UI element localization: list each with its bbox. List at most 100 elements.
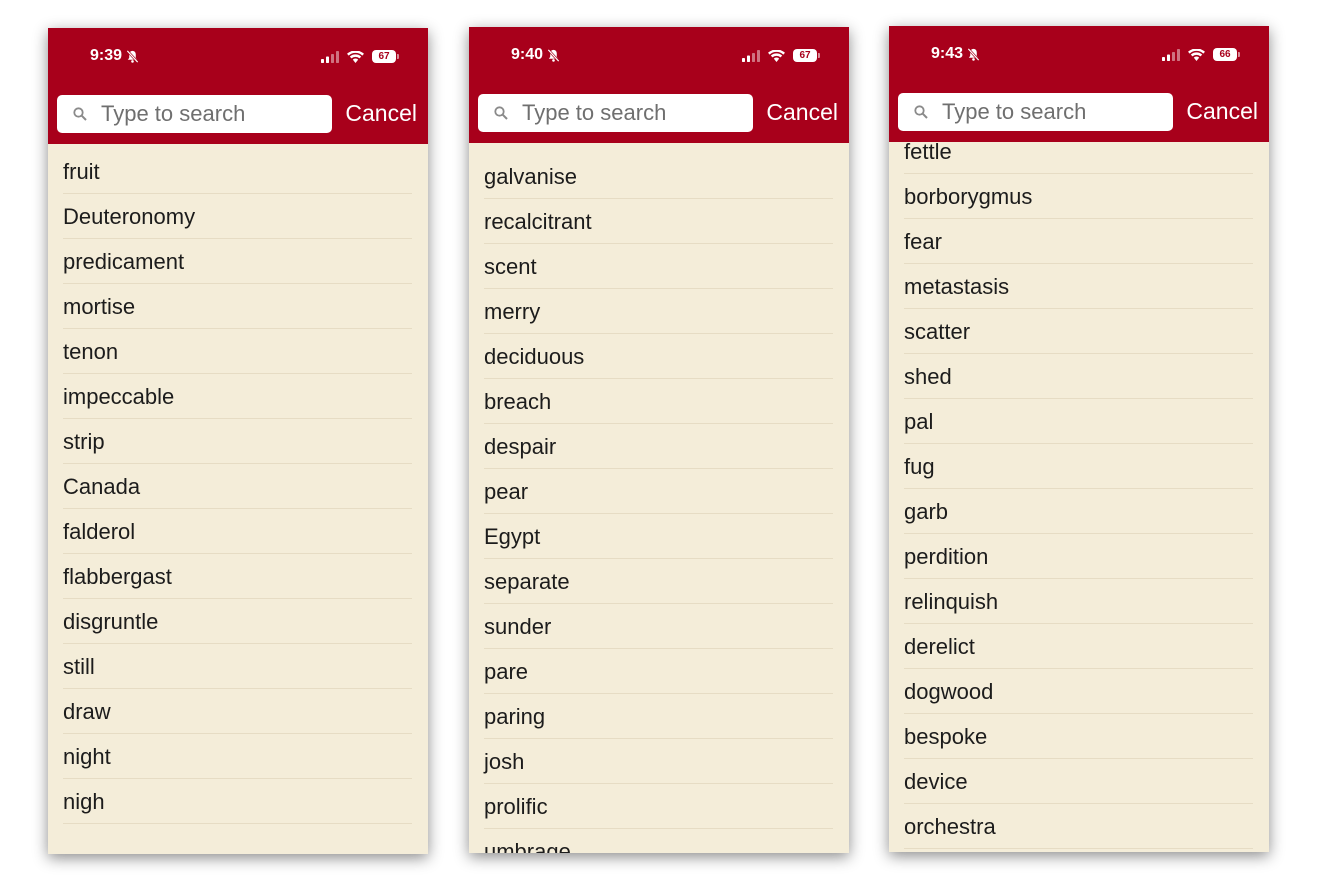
list-item[interactable]: metastasis: [904, 264, 1253, 309]
list-item[interactable]: recalcitrant: [484, 199, 833, 244]
word-label: merry: [484, 299, 541, 324]
list-item[interactable]: fruit: [63, 149, 412, 194]
word-label: predicament: [63, 249, 185, 274]
word-label: Deuteronomy: [63, 204, 196, 229]
time-label: 9:43: [931, 45, 964, 62]
header-bar: 9:39 67 Type to search Cancel: [48, 28, 428, 144]
list-item[interactable]: umbrage: [484, 829, 833, 853]
word-label: Egypt: [484, 524, 541, 549]
battery-level: 67: [799, 50, 811, 61]
list-item[interactable]: predicament: [63, 239, 412, 284]
list-item[interactable]: fug: [904, 444, 1253, 489]
signal-icon: [321, 50, 339, 63]
battery-icon: 66: [1213, 48, 1240, 61]
list-item[interactable]: disgruntle: [63, 599, 412, 644]
word-label: umbrage: [484, 839, 571, 853]
word-label: fear: [904, 229, 942, 254]
word-label: device: [904, 769, 968, 794]
word-label: garb: [904, 499, 949, 524]
list-item[interactable]: perdition: [904, 534, 1253, 579]
list-item[interactable]: sunder: [484, 604, 833, 649]
list-item[interactable]: galvanise: [484, 154, 833, 199]
word-label: sunder: [484, 614, 552, 639]
list-item[interactable]: dogwood: [904, 669, 1253, 714]
list-item[interactable]: deciduous: [484, 334, 833, 379]
word-label: galvanise: [484, 164, 577, 189]
list-item[interactable]: nigh: [63, 779, 412, 824]
word-label: falderol: [63, 519, 136, 544]
list-item[interactable]: bespoke: [904, 714, 1253, 759]
word-label: shed: [904, 364, 952, 389]
status-bar-time: 9:40: [511, 46, 561, 64]
list-item[interactable]: scent: [484, 244, 833, 289]
list-item[interactable]: despair: [484, 424, 833, 469]
search-input[interactable]: [942, 99, 1162, 125]
phone-screen-2: 9:40 67 Type to search Cancel galvanise …: [469, 27, 849, 853]
word-label: fettle: [904, 139, 952, 164]
list-item[interactable]: merry: [484, 289, 833, 334]
bell-slash-icon: [547, 48, 560, 62]
word-label: scatter: [904, 319, 971, 344]
word-label: breach: [484, 389, 552, 414]
list-item[interactable]: still: [63, 644, 412, 689]
list-item[interactable]: paring: [484, 694, 833, 739]
cancel-button[interactable]: Cancel: [1186, 98, 1258, 125]
list-item[interactable]: fettle: [904, 129, 1253, 174]
battery-level: 67: [378, 51, 390, 62]
list-item[interactable]: separate: [484, 559, 833, 604]
word-label: perdition: [904, 544, 989, 569]
search-input[interactable]: [101, 101, 321, 127]
list-item[interactable]: mortise: [63, 284, 412, 329]
list-item[interactable]: breach: [484, 379, 833, 424]
list-item[interactable]: tenon: [63, 329, 412, 374]
bell-slash-icon: [967, 47, 980, 61]
word-label: metastasis: [904, 274, 1010, 299]
list-item[interactable]: josh: [484, 739, 833, 784]
list-item[interactable]: draw: [63, 689, 412, 734]
list-item[interactable]: pal: [904, 399, 1253, 444]
list-item[interactable]: shed: [904, 354, 1253, 399]
header-bar: 9:43 66 Type to search Cancel: [889, 26, 1269, 142]
header-bar: 9:40 67 Type to search Cancel: [469, 27, 849, 143]
list-item[interactable]: fear: [904, 219, 1253, 264]
search-bar[interactable]: [898, 93, 1173, 131]
search-bar[interactable]: [478, 94, 753, 132]
word-label: despair: [484, 434, 557, 459]
word-label: still: [63, 654, 95, 679]
list-item[interactable]: Egypt: [484, 514, 833, 559]
list-item[interactable]: Deuteronomy: [63, 194, 412, 239]
list-item[interactable]: prolific: [484, 784, 833, 829]
search-bar[interactable]: [57, 95, 332, 133]
word-label: strip: [63, 429, 105, 454]
list-item[interactable]: borborygmus: [904, 174, 1253, 219]
list-item[interactable]: Canada: [63, 464, 412, 509]
list-item[interactable]: night: [63, 734, 412, 779]
cancel-button[interactable]: Cancel: [345, 100, 417, 127]
list-item[interactable]: relinquish: [904, 579, 1253, 624]
word-label: night: [63, 744, 111, 769]
list-item[interactable]: pare: [484, 649, 833, 694]
word-label: relinquish: [904, 589, 999, 614]
list-item[interactable]: scatter: [904, 309, 1253, 354]
list-item[interactable]: flabbergast: [63, 554, 412, 599]
list-item[interactable]: falderol: [63, 509, 412, 554]
list-item[interactable]: strip: [63, 419, 412, 464]
list-item[interactable]: pear: [484, 469, 833, 514]
list-item[interactable]: orchestra: [904, 804, 1253, 849]
word-label: paring: [484, 704, 546, 729]
search-input[interactable]: [522, 100, 742, 126]
battery-icon: 67: [793, 49, 820, 62]
list-item[interactable]: impeccable: [63, 374, 412, 419]
list-item[interactable]: device: [904, 759, 1253, 804]
word-label: scent: [484, 254, 537, 279]
word-label: dogwood: [904, 679, 994, 704]
word-label: tenon: [63, 339, 119, 364]
list-item[interactable]: derelict: [904, 624, 1253, 669]
wifi-icon: [347, 50, 364, 63]
phone-screen-1: 9:39 67 Type to search Cancel fruit Deut…: [48, 28, 428, 854]
cancel-button[interactable]: Cancel: [766, 99, 838, 126]
list-item[interactable]: garb: [904, 489, 1253, 534]
word-label: bespoke: [904, 724, 988, 749]
word-label: prolific: [484, 794, 548, 819]
word-label: pear: [484, 479, 529, 504]
